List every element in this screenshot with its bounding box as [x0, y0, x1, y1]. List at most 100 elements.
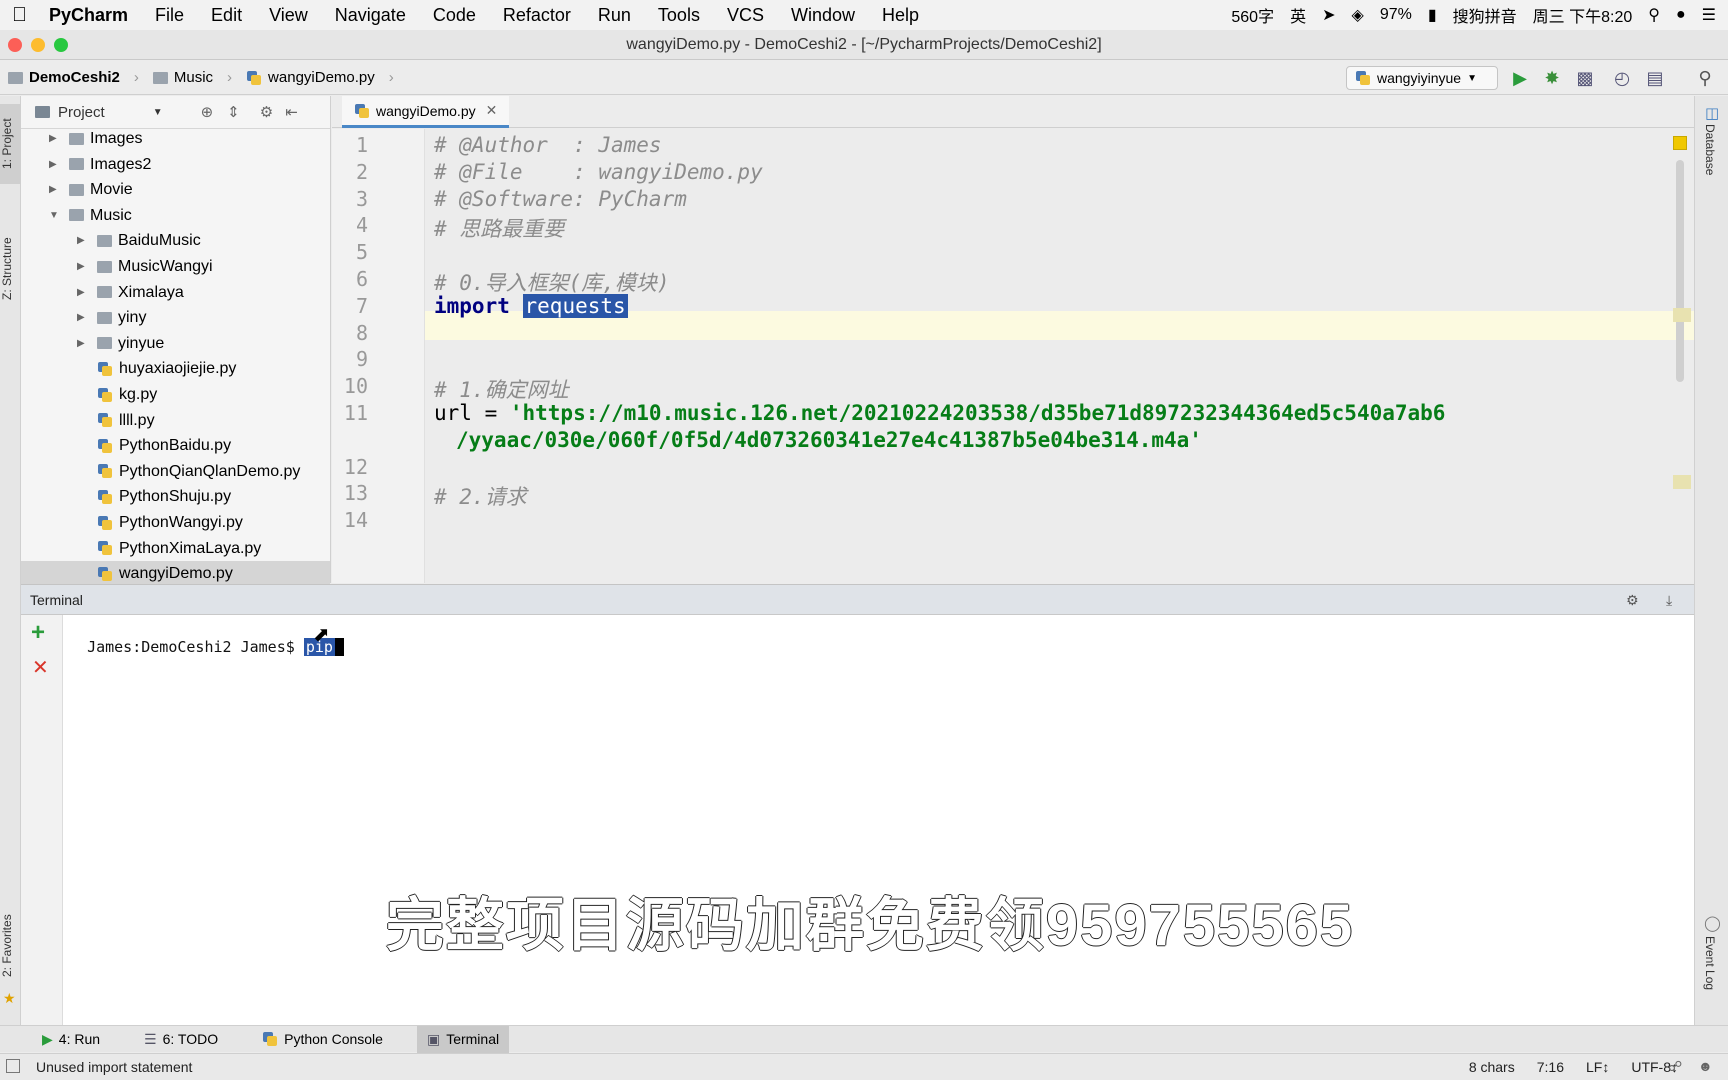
tree-folder-item[interactable]: ▼ Music	[21, 203, 330, 228]
tree-folder-item[interactable]: ▶ yiny	[21, 305, 330, 330]
status-word-count[interactable]: 560字	[1231, 3, 1274, 27]
chevron-right-icon[interactable]: ▶	[77, 280, 91, 305]
hide-panel-icon[interactable]: ⇤	[285, 103, 298, 121]
tool-window-python-console[interactable]: Python Console	[252, 1026, 393, 1053]
menu-view[interactable]: View	[269, 5, 308, 26]
chevron-right-icon[interactable]: ▶	[77, 331, 91, 356]
coverage-button[interactable]: ▩	[1575, 68, 1595, 88]
tree-file-item[interactable]: PythonBaidu.py	[21, 433, 330, 458]
tree-item-label: Music	[90, 206, 132, 224]
tool-window-todo[interactable]: ☰ 6: TODO	[134, 1026, 228, 1053]
siri-icon[interactable]: ●	[1676, 6, 1686, 24]
battery-icon[interactable]: ▮	[1428, 5, 1437, 25]
tree-folder-item[interactable]: ▶ yinyue	[21, 331, 330, 356]
tree-file-item[interactable]: PythonShuju.py	[21, 484, 330, 509]
menu-app[interactable]: PyCharm	[49, 5, 128, 26]
tree-file-item[interactable]: PythonXimaLaya.py	[21, 536, 330, 561]
favorites-tool-tab[interactable]: 2: Favorites	[0, 896, 21, 996]
tree-file-item[interactable]: huyaxiaojiejie.py	[21, 356, 330, 381]
tool-window-run-label: 4: Run	[58, 1031, 101, 1047]
stop-button[interactable]: ▤	[1645, 68, 1665, 88]
run-configuration-dropdown[interactable]: wangyiyinyue ▼	[1346, 66, 1498, 90]
menu-run[interactable]: Run	[598, 5, 631, 26]
menu-tools[interactable]: Tools	[658, 5, 700, 26]
menu-window[interactable]: Window	[791, 5, 855, 26]
event-log-tool-tab[interactable]: Event Log	[1703, 936, 1717, 990]
status-ime[interactable]: 英	[1290, 3, 1306, 27]
close-window-button[interactable]	[8, 38, 22, 52]
apple-icon[interactable]: 	[12, 4, 27, 27]
code-editor[interactable]: # @Author : James # @File : wangyiDemo.py…	[426, 129, 1694, 583]
close-session-icon[interactable]: ✕	[32, 655, 49, 680]
lock-icon[interactable]: ☍	[1668, 1058, 1682, 1075]
chevron-right-icon[interactable]: ▶	[49, 126, 63, 151]
status-ime-name[interactable]: 搜狗拼音	[1453, 3, 1517, 27]
run-button[interactable]: ▶	[1510, 68, 1530, 88]
spotlight-search-icon[interactable]: ⚲	[1648, 5, 1660, 25]
status-caret-position[interactable]: 7:16	[1537, 1059, 1564, 1075]
structure-tool-tab[interactable]: Z: Structure	[0, 224, 21, 314]
close-tab-icon[interactable]: ✕	[486, 102, 498, 119]
tree-folder-item[interactable]: ▶ BaiduMusic	[21, 228, 330, 253]
notification-center-icon[interactable]: ☰	[1702, 5, 1716, 25]
chevron-right-icon[interactable]: ▶	[77, 305, 91, 330]
tree-file-item[interactable]: wangyiDemo.py	[21, 561, 330, 587]
inspection-warning-icon[interactable]	[1673, 136, 1687, 150]
database-tool-tab[interactable]: Database	[1703, 124, 1717, 175]
chevron-down-icon[interactable]: ▼	[49, 203, 63, 228]
terminal-body[interactable]	[21, 615, 1694, 1025]
tree-folder-item[interactable]: ▶ Images	[21, 126, 330, 151]
breadcrumb-project[interactable]: DemoCeshi2	[29, 69, 120, 86]
status-line-separator[interactable]: LF↕	[1586, 1059, 1609, 1075]
location-icon[interactable]: ➤	[1322, 5, 1335, 25]
minimize-window-button[interactable]	[31, 38, 45, 52]
chevron-right-icon[interactable]: ▶	[77, 254, 91, 279]
menu-navigate[interactable]: Navigate	[335, 5, 406, 26]
tree-file-item[interactable]: PythonWangyi.py	[21, 510, 330, 535]
editor-tab[interactable]: wangyiDemo.py ✕	[342, 96, 510, 128]
chevron-right-icon[interactable]: ▶	[49, 152, 63, 177]
collapse-all-icon[interactable]: ⇕	[227, 103, 240, 121]
menu-edit[interactable]: Edit	[211, 5, 242, 26]
tree-folder-item[interactable]: ▶ Images2	[21, 152, 330, 177]
debug-button[interactable]: ✸	[1542, 68, 1562, 88]
tree-folder-item[interactable]: ▶ MusicWangyi	[21, 254, 330, 279]
locate-file-icon[interactable]: ⊕	[201, 103, 214, 121]
hide-panel-icon[interactable]: ⤓	[1666, 585, 1672, 615]
status-clock[interactable]: 周三 下午8:20	[1533, 3, 1633, 27]
tool-window-terminal[interactable]: ▣ Terminal	[416, 1025, 510, 1053]
new-session-icon[interactable]: +	[31, 619, 45, 647]
tree-folder-item[interactable]: ▶ Ximalaya	[21, 280, 330, 305]
menu-refactor[interactable]: Refactor	[503, 5, 571, 26]
gear-icon[interactable]: ⚙	[260, 103, 273, 121]
gear-icon[interactable]: ⚙	[1626, 585, 1639, 615]
project-view-selector[interactable]: Project	[58, 104, 105, 121]
menu-file[interactable]: File	[155, 5, 184, 26]
editor-scrollbar[interactable]	[1676, 160, 1684, 382]
breadcrumb-file[interactable]: wangyiDemo.py	[268, 69, 375, 86]
profile-button[interactable]: ◴	[1612, 68, 1632, 88]
menu-code[interactable]: Code	[433, 5, 476, 26]
breadcrumb-folder[interactable]: Music	[174, 69, 213, 86]
menu-vcs[interactable]: VCS	[727, 5, 764, 26]
search-everywhere-icon[interactable]: ⚲	[1695, 68, 1715, 88]
tree-file-item[interactable]: kg.py	[21, 382, 330, 407]
status-battery[interactable]: 97%	[1380, 6, 1412, 24]
wifi-icon[interactable]: ◈	[1352, 5, 1364, 25]
tool-window-toggle-icon[interactable]	[6, 1059, 20, 1073]
tree-folder-item[interactable]: ▶ Movie	[21, 177, 330, 202]
zoom-window-button[interactable]	[54, 38, 68, 52]
warning-marker[interactable]	[1673, 475, 1691, 489]
chevron-down-icon[interactable]: ▼	[153, 107, 163, 118]
tree-file-item[interactable]: llll.py	[21, 408, 330, 433]
tool-window-run[interactable]: ▶ 4: Run	[32, 1026, 110, 1053]
code-selected-module[interactable]: requests	[522, 293, 628, 318]
chevron-right-icon[interactable]: ▶	[49, 177, 63, 202]
chevron-right-icon[interactable]: ▶	[77, 228, 91, 253]
tree-item-label: PythonQianQlanDemo.py	[119, 462, 301, 480]
inspector-icon[interactable]: ☻	[1698, 1058, 1713, 1074]
menu-help[interactable]: Help	[882, 5, 919, 26]
project-tool-tab[interactable]: 1: Project	[0, 104, 21, 184]
warning-marker[interactable]	[1673, 308, 1691, 322]
tree-file-item[interactable]: PythonQianQlanDemo.py	[21, 459, 330, 484]
